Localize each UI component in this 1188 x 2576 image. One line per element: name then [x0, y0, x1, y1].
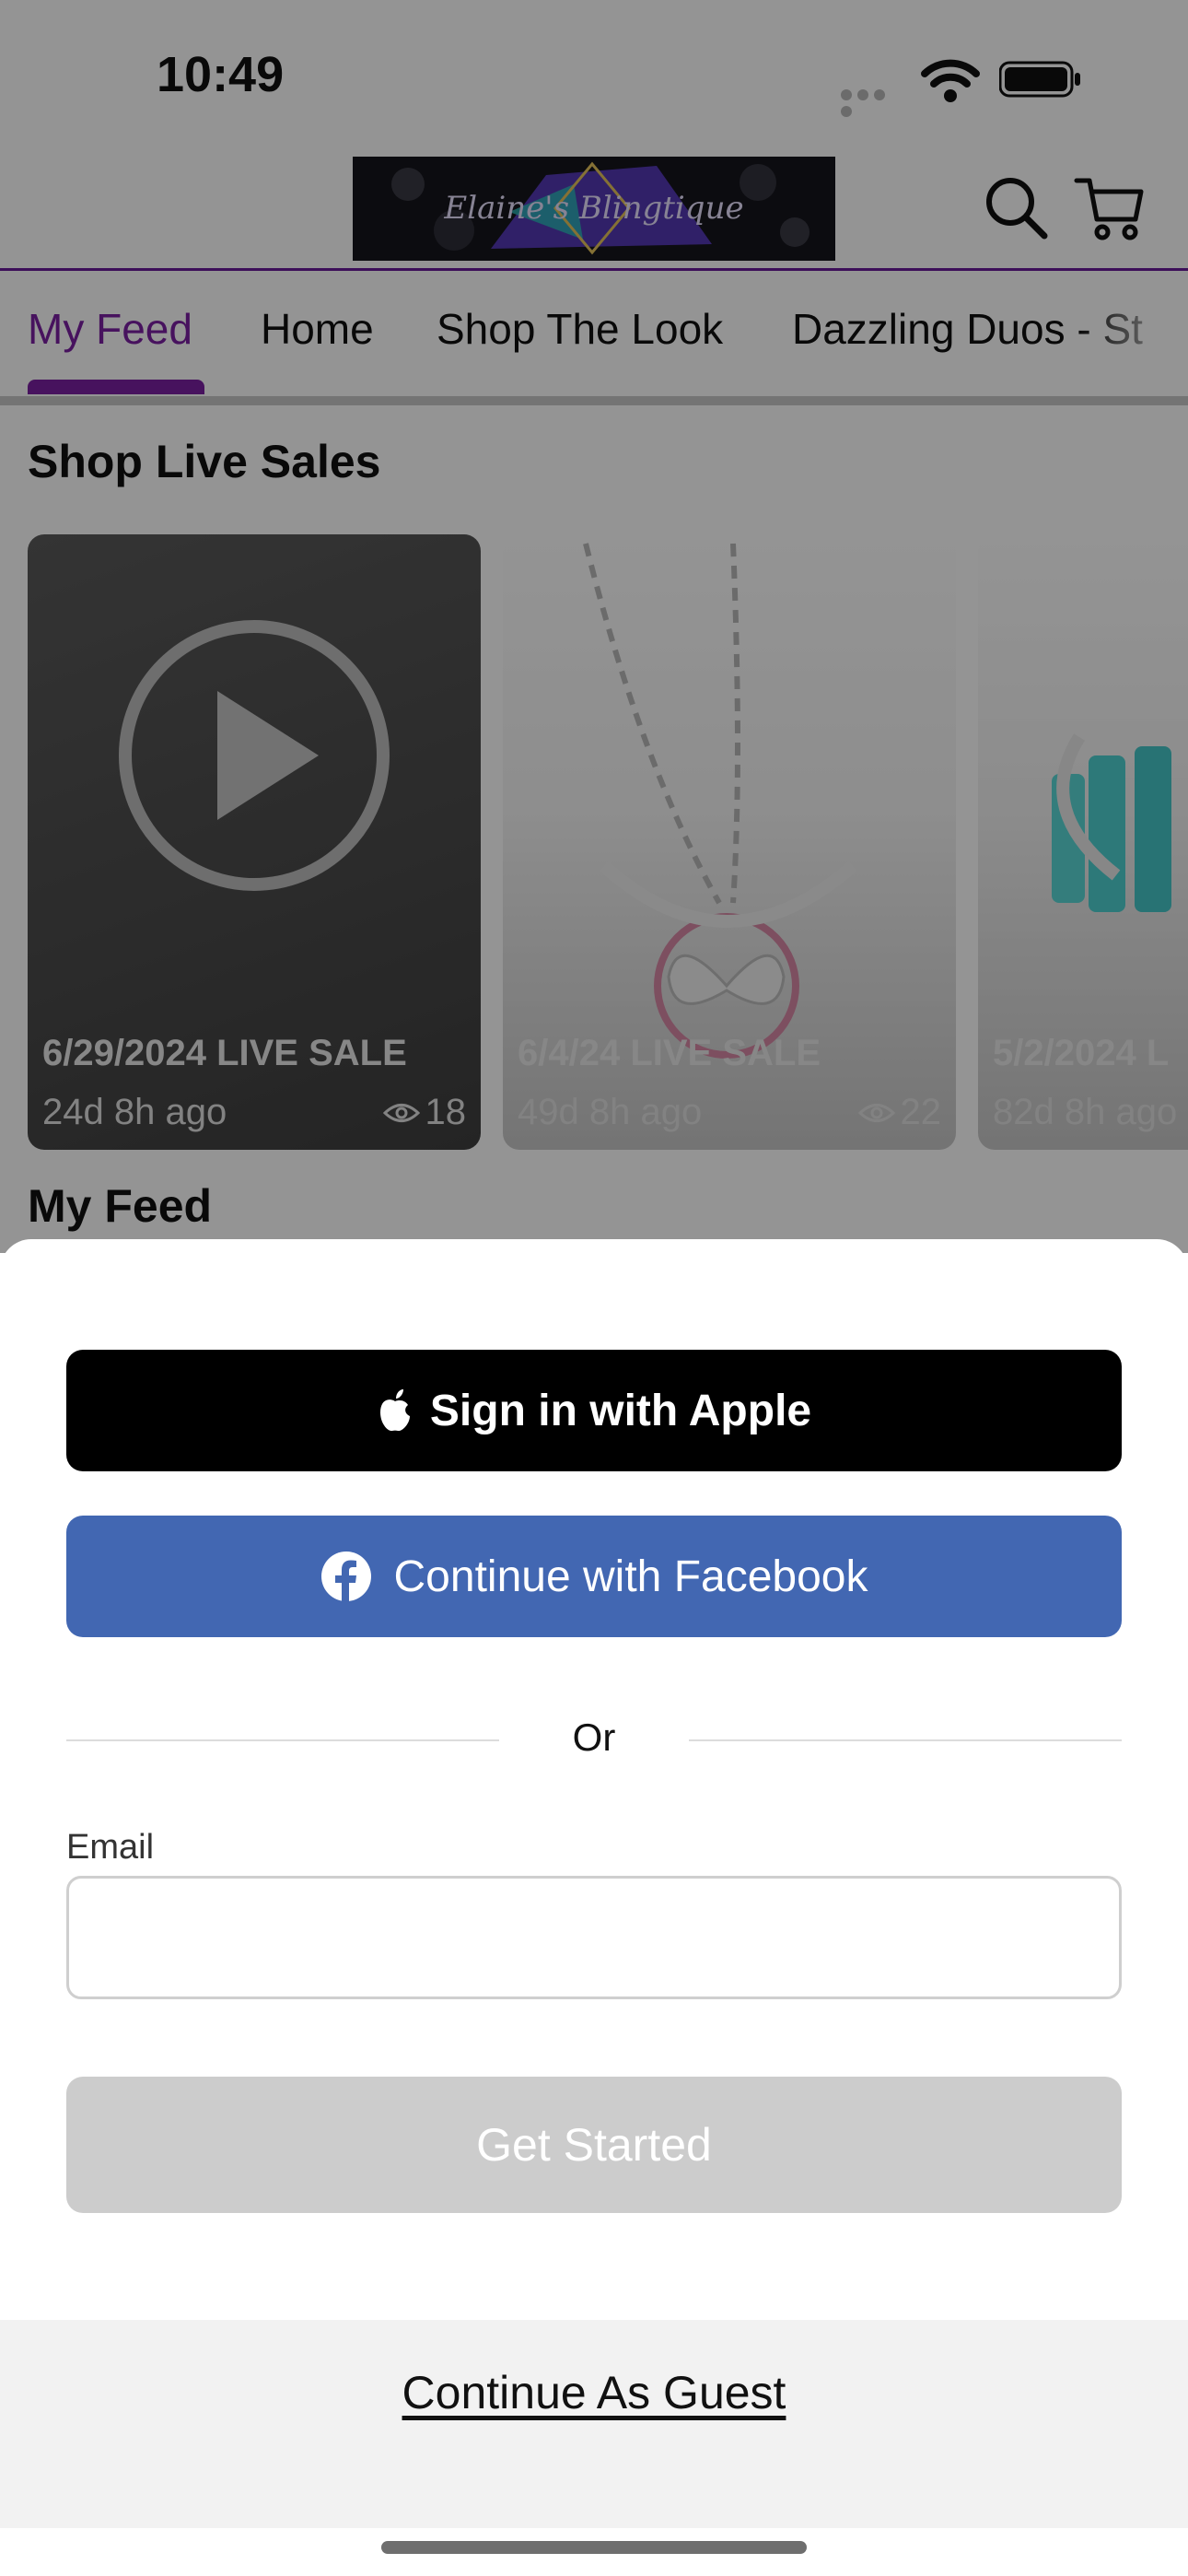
modal-backdrop[interactable] [0, 0, 1188, 1253]
facebook-icon [320, 1551, 371, 1602]
continue-as-guest-link[interactable]: Continue As Guest [0, 2366, 1188, 2419]
get-started-button[interactable]: Get Started [66, 2077, 1122, 2213]
facebook-button-label: Continue with Facebook [393, 1551, 868, 1601]
get-started-label: Get Started [476, 2119, 712, 2171]
apple-button-label: Sign in with Apple [429, 1386, 812, 1435]
sign-in-apple-button[interactable]: Sign in with Apple [66, 1350, 1122, 1471]
apple-icon [379, 1389, 410, 1432]
home-indicator [381, 2541, 807, 2554]
or-label: Or [572, 1715, 616, 1759]
guest-footer [0, 2320, 1188, 2528]
email-field[interactable] [66, 1876, 1122, 1999]
app-screen: 10:49 Elaine's Blingtique My Feed Home S… [0, 0, 1188, 2576]
continue-facebook-button[interactable]: Continue with Facebook [66, 1516, 1122, 1637]
email-label: Email [66, 1828, 155, 1867]
